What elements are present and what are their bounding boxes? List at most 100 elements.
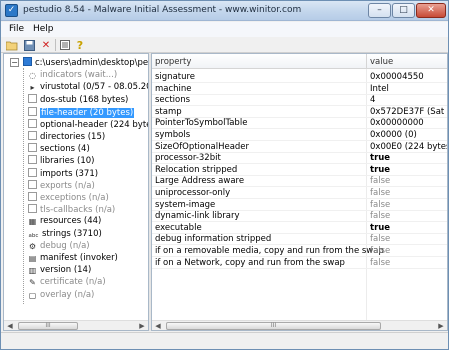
tree-item[interactable]: ▦ resources (44)	[28, 216, 102, 227]
tree-item[interactable]: sections (4)	[28, 143, 90, 154]
tree-guide-line	[23, 68, 24, 304]
scroll-thumb[interactable]: III	[18, 322, 78, 330]
tree-item[interactable]: optional-header (224 bytes	[28, 118, 148, 130]
scroll-left-arrow-icon[interactable]: ◀	[5, 322, 15, 330]
tree-item[interactable]: tls-callbacks (n/a)	[28, 204, 115, 215]
tree-root[interactable]: c:\users\admin\desktop\pestu	[23, 57, 148, 68]
blank-icon	[28, 204, 37, 214]
table-row[interactable]: PointerToSymbolTable 0x00000000	[152, 117, 447, 130]
tree-item[interactable]: dos-stub (168 bytes)	[28, 94, 128, 105]
tree-item[interactable]: ⚙ debug (n/a)	[28, 241, 90, 252]
maximize-button[interactable]: □	[392, 3, 415, 18]
tree-item[interactable]: file-header (20 bytes)	[28, 106, 135, 118]
close-button[interactable]: ✕	[416, 3, 446, 18]
value-cell: 4	[370, 95, 376, 106]
grid-header: property value	[152, 54, 447, 69]
root-check-icon	[23, 57, 32, 66]
property-cell: Relocation stripped	[155, 164, 238, 175]
blank-icon	[28, 106, 37, 116]
blank-icon	[28, 155, 37, 165]
tree-item-label: libraries (10)	[40, 156, 95, 167]
tree-item[interactable]: imports (371)	[28, 167, 98, 179]
tree-horizontal-scrollbar[interactable]: ◀ III ▶	[4, 320, 148, 330]
version-icon: ▥	[28, 266, 37, 276]
menu-file[interactable]: File	[9, 24, 24, 34]
table-row[interactable]: system-image false	[152, 199, 447, 211]
table-row[interactable]: if on a Network, copy and run from the s…	[152, 257, 447, 269]
table-row[interactable]: symbols 0x0000 (0)	[152, 129, 447, 141]
tree-item[interactable]: ▸ virustotal (0/57 - 08.05.201	[28, 82, 149, 93]
table-row[interactable]: sections 4	[152, 94, 447, 107]
tree-item[interactable]: ✎ certificate (n/a)	[28, 277, 106, 288]
blank-icon	[28, 131, 37, 140]
minimize-button[interactable]: –	[368, 3, 391, 18]
table-row[interactable]: uniprocessor-only false	[152, 187, 447, 199]
tree-item[interactable]: ▤ manifest (invoker)	[28, 253, 118, 264]
table-row[interactable]: processor-32bit true	[152, 152, 447, 165]
grid-horizontal-scrollbar[interactable]: ◀ III ▶	[152, 320, 447, 330]
property-cell: symbols	[155, 130, 191, 140]
save-icon[interactable]	[22, 38, 36, 52]
property-cell: dynamic-link library	[155, 211, 240, 222]
property-cell: PointerToSymbolTable	[155, 118, 248, 129]
column-divider[interactable]	[366, 54, 367, 69]
value-cell: 0x00000000	[370, 118, 424, 129]
menu-help[interactable]: Help	[33, 24, 54, 34]
scroll-thumb[interactable]: III	[166, 322, 381, 330]
tree-item-label: exceptions (n/a)	[40, 193, 109, 203]
table-row[interactable]: stamp 0x572DE37F (Sat M	[152, 106, 447, 118]
debug-icon: ⚙	[28, 241, 37, 251]
property-cell: Large Address aware	[155, 176, 245, 187]
property-cell: system-image	[155, 199, 216, 210]
scroll-left-arrow-icon[interactable]: ◀	[153, 322, 163, 330]
scroll-right-arrow-icon[interactable]: ▶	[137, 322, 147, 330]
tree-item[interactable]: abc strings (3710)	[28, 229, 102, 240]
column-header-property[interactable]: property	[155, 57, 191, 67]
tree-item-label: file-header (20 bytes)	[40, 107, 135, 118]
delete-icon[interactable]: ✕	[39, 38, 53, 52]
title-bar[interactable]: ✓ pestudio 8.54 - Malware Initial Assess…	[1, 1, 448, 21]
property-cell: if on a Network, copy and run from the s…	[155, 257, 345, 268]
blank-icon	[28, 167, 37, 177]
scroll-right-arrow-icon[interactable]: ▶	[436, 322, 446, 330]
table-row[interactable]: machine Intel	[152, 83, 447, 95]
property-cell: debug information stripped	[155, 234, 272, 245]
value-cell: false	[370, 246, 391, 256]
list-icon[interactable]	[58, 38, 72, 52]
tree-item[interactable]: ▢ overlay (n/a)	[28, 290, 95, 301]
open-icon[interactable]	[5, 38, 19, 52]
column-header-value[interactable]: value	[370, 57, 393, 67]
value-cell: 0x00004550	[370, 72, 424, 82]
value-cell: false	[370, 234, 391, 245]
table-row[interactable]: SizeOfOptionalHeader 0x00E0 (224 bytes)	[152, 141, 448, 153]
property-cell: stamp	[155, 106, 182, 117]
tree-item[interactable]: exports (n/a)	[28, 179, 95, 191]
tree-item-label: virustotal (0/57 - 08.05.201	[40, 82, 149, 93]
table-row[interactable]: signature 0x00004550	[152, 71, 447, 83]
property-grid[interactable]: property value signature 0x00004550 machin…	[151, 53, 448, 331]
tree-item[interactable]: ◌ indicators (wait...)	[28, 70, 117, 81]
window-title: pestudio 8.54 - Malware Initial Assessme…	[23, 5, 302, 15]
help-icon[interactable]: ?	[73, 38, 87, 52]
tree-item-label: indicators (wait...)	[40, 70, 118, 80]
collapse-toggle[interactable]: −	[10, 58, 19, 67]
table-row[interactable]: Large Address aware false	[152, 175, 447, 188]
tree-item-label: resources (44)	[40, 216, 102, 227]
value-cell: true	[370, 164, 391, 175]
table-row[interactable]: executable true	[152, 222, 447, 234]
value-cell: 0x00E0 (224 bytes)	[370, 141, 448, 152]
tree-item-label: certificate (n/a)	[40, 277, 106, 288]
table-row[interactable]: if on a removable media, copy and run fr…	[152, 245, 447, 257]
tree-item[interactable]: libraries (10)	[28, 155, 95, 166]
tree-view[interactable]: − c:\users\admin\desktop\pestu ◌ indicato…	[3, 53, 149, 331]
table-row[interactable]: debug information stripped false	[152, 233, 447, 246]
table-row[interactable]: dynamic-link library false	[152, 210, 447, 223]
tree-item[interactable]: directories (15)	[28, 131, 105, 142]
table-row[interactable]: Relocation stripped true	[152, 164, 447, 176]
strings-icon: abc	[28, 232, 39, 239]
tree-item[interactable]: ▥ version (14)	[28, 265, 92, 276]
value-cell: 0x0000 (0)	[370, 130, 417, 140]
tree-item[interactable]: exceptions (n/a)	[28, 192, 109, 203]
tree-item-label: directories (15)	[40, 132, 106, 142]
property-cell: uniprocessor-only	[155, 188, 231, 198]
